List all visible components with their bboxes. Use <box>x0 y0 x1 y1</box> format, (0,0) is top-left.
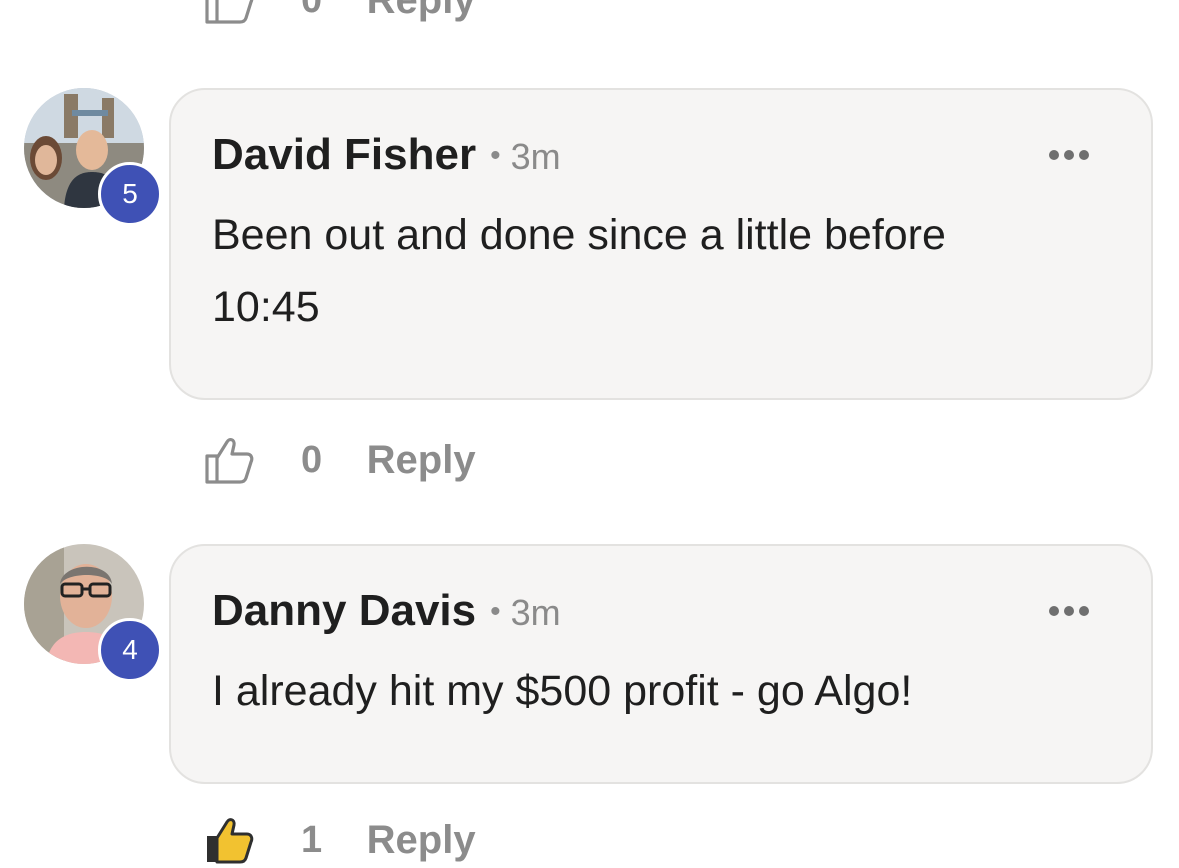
comment-actions: 0 Reply <box>203 432 476 488</box>
separator-dot: • <box>490 595 501 628</box>
more-options-icon[interactable] <box>1049 150 1089 160</box>
comment-bubble: David Fisher • 3m Been out and done sinc… <box>169 88 1153 400</box>
comment-header: Danny Davis • 3m <box>212 586 1111 642</box>
comment-text: I already hit my $500 profit - go Algo! <box>212 667 913 715</box>
like-count: 1 <box>301 818 323 861</box>
more-options-icon[interactable] <box>1049 606 1089 616</box>
comment-bubble: Danny Davis • 3m I already hit my $500 p… <box>169 544 1153 784</box>
comment-timestamp: 3m <box>510 592 561 633</box>
comment-author[interactable]: Danny Davis <box>212 586 476 636</box>
comment-header: David Fisher • 3m <box>212 130 1111 186</box>
previous-comment-actions: 0 Reply <box>203 0 476 28</box>
reply-button[interactable]: Reply <box>367 818 476 863</box>
comment-text: Been out and done since a little before … <box>212 211 946 331</box>
like-count: 0 <box>301 438 323 481</box>
reply-button[interactable]: Reply <box>367 0 476 23</box>
comment-actions: 1 Reply <box>203 812 476 868</box>
thumbs-up-filled-icon[interactable] <box>203 814 255 866</box>
comment-timestamp: 3m <box>510 136 561 177</box>
level-badge: 5 <box>98 162 162 226</box>
avatar[interactable]: 4 <box>24 544 162 682</box>
thumbs-up-icon[interactable] <box>203 0 255 26</box>
separator-dot: • <box>490 139 501 172</box>
like-count: 0 <box>301 0 323 22</box>
reply-button[interactable]: Reply <box>367 438 476 483</box>
thumbs-up-icon[interactable] <box>203 434 255 486</box>
comment-author[interactable]: David Fisher <box>212 130 476 180</box>
avatar[interactable]: 5 <box>24 88 162 226</box>
level-badge: 4 <box>98 618 162 682</box>
